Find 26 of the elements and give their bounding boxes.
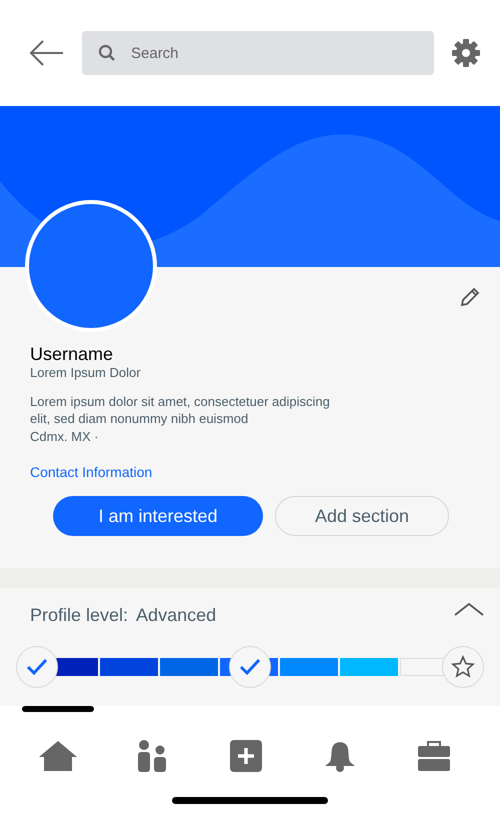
- home-tab[interactable]: [38, 738, 78, 774]
- username: Username: [30, 344, 114, 365]
- collapse-button[interactable]: [454, 602, 484, 616]
- level-value: Advanced: [136, 605, 216, 626]
- add-tab[interactable]: [230, 738, 262, 774]
- home-icon: [38, 740, 78, 772]
- briefcase-tab[interactable]: [418, 738, 450, 774]
- star-icon: [451, 655, 475, 679]
- interested-button[interactable]: I am interested: [53, 496, 263, 536]
- add-section-button[interactable]: Add section: [275, 496, 449, 536]
- edit-button[interactable]: [460, 287, 480, 307]
- briefcase-icon: [418, 740, 450, 772]
- search-field[interactable]: Search: [82, 31, 434, 75]
- level-label: Profile level:: [30, 605, 128, 626]
- check-icon: [239, 658, 261, 676]
- search-icon: [98, 44, 116, 62]
- contact-link[interactable]: Contact Information: [30, 464, 152, 480]
- bio-text: Lorem ipsum dolor sit amet, consectetuer adipiscing elit, sed diam nonummy nibh euismod: [30, 393, 331, 427]
- back-button[interactable]: [28, 39, 64, 67]
- location-text: Cdmx. MX ·: [30, 429, 100, 444]
- add-icon: [230, 740, 262, 772]
- check-icon: [26, 658, 48, 676]
- people-tab[interactable]: [137, 738, 167, 774]
- headline: Lorem Ipsum Dolor: [30, 365, 142, 380]
- bell-icon: [324, 740, 356, 772]
- people-icon: [137, 740, 167, 772]
